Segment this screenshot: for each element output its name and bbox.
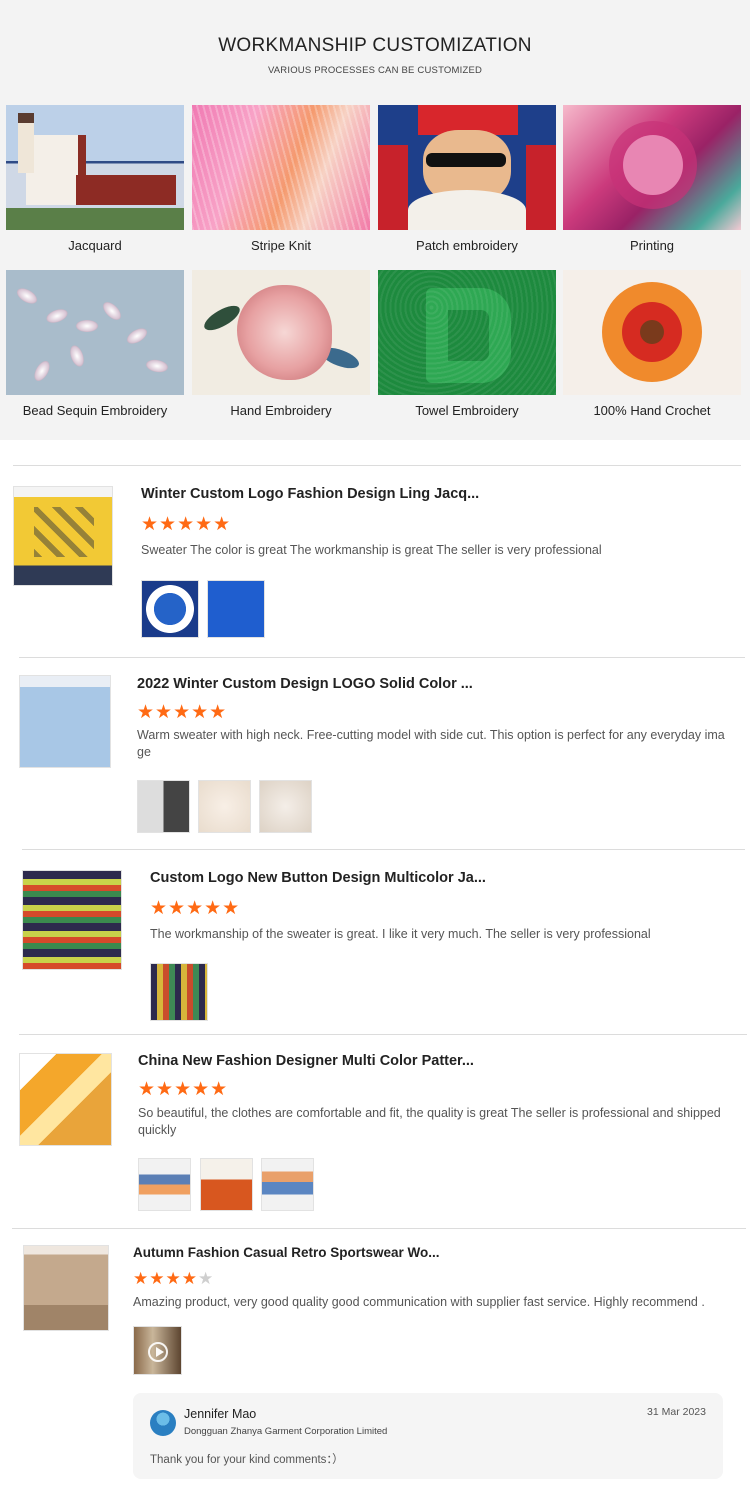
process-label: Patch embroidery: [416, 238, 518, 253]
process-label: Jacquard: [68, 238, 122, 253]
process-tile-towel-embroidery[interactable]: Towel Embroidery: [378, 270, 556, 418]
seller-reply: Jennifer Mao Dongguan Zhanya Garment Cor…: [133, 1393, 723, 1479]
divider: [19, 1034, 747, 1035]
process-label: Printing: [629, 238, 675, 253]
review-video[interactable]: [133, 1326, 182, 1375]
reply-author-name: Jennifer Mao: [184, 1407, 257, 1421]
review-photo[interactable]: [259, 780, 312, 833]
product-thumbnail[interactable]: [23, 1245, 109, 1331]
product-title[interactable]: Custom Logo New Button Design Multicolor…: [150, 870, 486, 886]
review-text: Sweater The color is great The workmansh…: [141, 543, 602, 557]
product-title[interactable]: 2022 Winter Custom Design LOGO Solid Col…: [137, 676, 473, 692]
process-tile-hand-embroidery[interactable]: Hand Embroidery: [192, 270, 370, 418]
process-label: Towel Embroidery: [415, 403, 519, 418]
reply-date: 31 Mar 2023: [647, 1406, 706, 1418]
stripe-knit-image: [192, 105, 370, 230]
process-label: Bead Sequin Embroidery: [22, 403, 168, 418]
play-icon: [148, 1342, 168, 1362]
star-rating-filled: ★★★★: [133, 1269, 198, 1288]
avatar: [150, 1410, 176, 1436]
review-photo[interactable]: [200, 1158, 253, 1211]
reply-message: Thank you for your kind comments：）: [150, 1454, 344, 1466]
review-photo[interactable]: [138, 1158, 191, 1211]
reply-company: Dongguan Zhanya Garment Corporation Limi…: [184, 1426, 388, 1437]
review-photo[interactable]: [207, 580, 265, 638]
product-title[interactable]: Winter Custom Logo Fashion Design Ling J…: [141, 486, 479, 502]
jacquard-image: [6, 105, 184, 230]
process-tile-patch-embroidery[interactable]: Patch embroidery: [378, 105, 556, 253]
review-text: The workmanship of the sweater is great.…: [150, 927, 651, 941]
product-thumbnail[interactable]: [13, 486, 113, 586]
product-title[interactable]: Autumn Fashion Casual Retro Sportswear W…: [133, 1245, 440, 1260]
product-thumbnail[interactable]: [19, 675, 111, 768]
bead-sequin-image: [6, 270, 184, 395]
workmanship-subtitle: VARIOUS PROCESSES CAN BE CUSTOMIZED: [267, 65, 483, 76]
review-photo[interactable]: [150, 963, 208, 1021]
process-tile-printing[interactable]: Printing: [563, 105, 741, 253]
workmanship-section: WORKMANSHIP CUSTOMIZATION VARIOUS PROCES…: [0, 0, 750, 440]
patch-embroidery-image: [378, 105, 556, 230]
review-photo[interactable]: [261, 1158, 314, 1211]
product-thumbnail[interactable]: [19, 1053, 112, 1146]
review-text: So beautiful, the clothes are comfortabl…: [138, 1106, 721, 1137]
review-photo[interactable]: [137, 780, 190, 833]
star-rating-empty: ★: [197, 1269, 215, 1288]
star-rating: ★★★★★: [138, 1079, 229, 1100]
process-tile-bead-sequin[interactable]: Bead Sequin Embroidery: [6, 270, 184, 418]
star-rating: ★★★★★: [150, 898, 241, 919]
process-tile-stripe-knit[interactable]: Stripe Knit: [192, 105, 370, 253]
star-rating: ★★★★★: [141, 514, 232, 535]
divider: [22, 849, 745, 850]
divider: [13, 465, 741, 466]
towel-embroidery-image: [378, 270, 556, 395]
process-tile-hand-crochet[interactable]: 100% Hand Crochet: [563, 270, 741, 418]
divider: [12, 1228, 746, 1229]
divider: [19, 657, 745, 658]
star-rating: ★★★★★: [137, 702, 228, 723]
product-title[interactable]: China New Fashion Designer Multi Color P…: [138, 1053, 474, 1069]
process-label: Hand Embroidery: [230, 403, 332, 418]
process-tile-jacquard[interactable]: Jacquard: [6, 105, 184, 253]
process-label: 100% Hand Crochet: [593, 403, 711, 418]
workmanship-title: WORKMANSHIP CUSTOMIZATION: [218, 35, 532, 56]
review-photo[interactable]: [141, 580, 199, 638]
process-label: Stripe Knit: [251, 238, 311, 253]
printing-image: [563, 105, 741, 230]
review-photo[interactable]: [198, 780, 251, 833]
review-text: Warm sweater with high neck. Free-cuttin…: [137, 728, 725, 759]
star-rating: ★★★★★: [133, 1269, 214, 1289]
hand-crochet-image: [563, 270, 741, 395]
hand-embroidery-image: [192, 270, 370, 395]
product-thumbnail[interactable]: [22, 870, 122, 970]
review-text: Amazing product, very good quality good …: [133, 1295, 705, 1309]
